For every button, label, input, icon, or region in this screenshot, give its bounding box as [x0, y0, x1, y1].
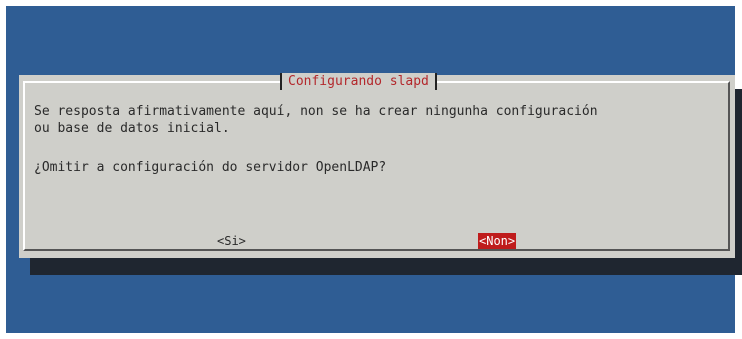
message-line-1: Se resposta afirmativamente aquí, non se… — [34, 104, 598, 119]
no-button[interactable]: <Non> — [478, 233, 517, 249]
terminal-screen: Configurando slapd Se resposta afirmativ… — [6, 6, 742, 333]
yes-button[interactable]: <Si> — [217, 233, 246, 249]
configuration-dialog: Configurando slapd Se resposta afirmativ… — [19, 73, 735, 258]
dialog-title: Configurando slapd — [280, 73, 437, 90]
question-text: ¿Omitir a configuración do servidor Open… — [34, 160, 387, 175]
message-line-2: ou base de datos inicial. — [34, 121, 230, 136]
